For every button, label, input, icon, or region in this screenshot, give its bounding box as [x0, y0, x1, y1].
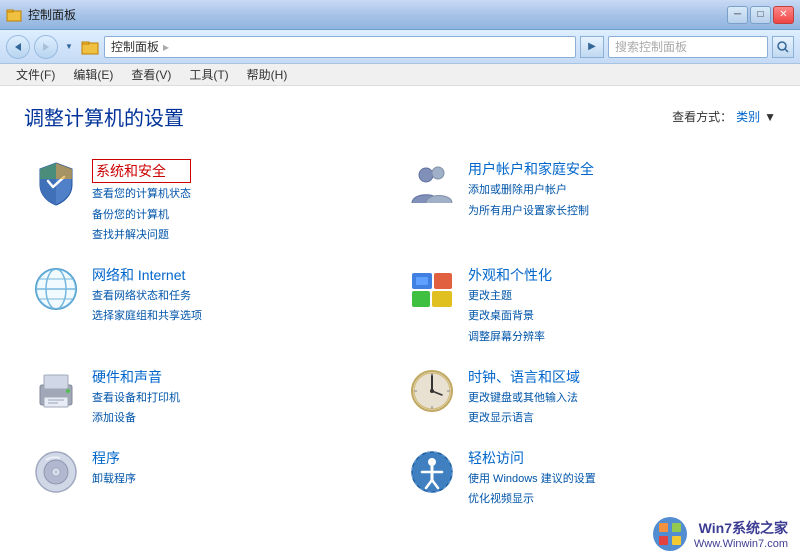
menu-view[interactable]: 查看(V)	[123, 64, 179, 85]
search-button[interactable]	[772, 36, 794, 58]
back-button[interactable]	[6, 35, 30, 59]
user-accounts-text: 用户帐户和家庭安全 添加或删除用户帐户 为所有用户设置家长控制	[468, 159, 594, 220]
main-wrapper: 调整计算机的设置 查看方式： 类别 ▼	[0, 86, 800, 560]
clock-link-2[interactable]: 更改显示语言	[468, 410, 580, 428]
view-mode-link[interactable]: 类别	[736, 108, 760, 125]
watermark-brand: Win7系统之家	[694, 518, 788, 538]
windows-logo	[652, 516, 688, 552]
view-dropdown-icon[interactable]: ▼	[764, 110, 776, 124]
categories-grid: 系统和安全 查看您的计算机状态 备份您的计算机 查找并解决问题	[24, 149, 776, 519]
programs-text: 程序 卸载程序	[92, 448, 136, 489]
menu-tools[interactable]: 工具(T)	[181, 64, 236, 85]
main-content: 调整计算机的设置 查看方式： 类别 ▼	[0, 86, 800, 560]
user-accounts-link-1[interactable]: 添加或删除用户帐户	[468, 182, 594, 200]
network-icon	[32, 265, 80, 313]
appearance-title[interactable]: 外观和个性化	[468, 265, 552, 285]
hardware-title[interactable]: 硬件和声音	[92, 367, 180, 387]
appearance-link-2[interactable]: 更改桌面背景	[468, 308, 552, 326]
watermark: Win7系统之家 Www.Winwin7.com	[652, 516, 788, 552]
ease-of-access-icon	[408, 448, 456, 496]
menu-bar: 文件(F) 编辑(E) 查看(V) 工具(T) 帮助(H)	[0, 64, 800, 86]
view-options: 查看方式： 类别 ▼	[672, 108, 776, 125]
hardware-text: 硬件和声音 查看设备和打印机 添加设备	[92, 367, 180, 428]
watermark-logo: Win7系统之家 Www.Winwin7.com	[652, 516, 788, 552]
clock-text: 时钟、语言和区域 更改键盘或其他输入法 更改显示语言	[468, 367, 580, 428]
search-input[interactable]: 搜索控制面板	[608, 36, 768, 58]
appearance-link-1[interactable]: 更改主题	[468, 288, 552, 306]
search-icon	[777, 41, 789, 53]
network-link-1[interactable]: 查看网络状态和任务	[92, 288, 202, 306]
user-accounts-link-2[interactable]: 为所有用户设置家长控制	[468, 203, 594, 221]
appearance-icon	[408, 265, 456, 313]
nav-dropdown-button[interactable]: ▼	[62, 35, 76, 59]
network-text: 网络和 Internet 查看网络状态和任务 选择家庭组和共享选项	[92, 265, 202, 326]
clock-title[interactable]: 时钟、语言和区域	[468, 367, 580, 387]
network-title[interactable]: 网络和 Internet	[92, 265, 202, 285]
close-button[interactable]: ✕	[773, 6, 794, 24]
ease-of-access-title[interactable]: 轻松访问	[468, 448, 596, 468]
user-accounts-title[interactable]: 用户帐户和家庭安全	[468, 159, 594, 179]
page-header: 调整计算机的设置 查看方式： 类别 ▼	[24, 102, 776, 131]
programs-link-1[interactable]: 卸载程序	[92, 471, 136, 489]
ease-of-access-link-1[interactable]: 使用 Windows 建议的设置	[468, 471, 596, 489]
programs-title[interactable]: 程序	[92, 448, 136, 468]
address-input[interactable]: 控制面板 ▸	[104, 36, 576, 58]
system-security-link-2[interactable]: 备份您的计算机	[92, 207, 191, 225]
hardware-link-1[interactable]: 查看设备和打印机	[92, 390, 180, 408]
category-network[interactable]: 网络和 Internet 查看网络状态和任务 选择家庭组和共享选项	[24, 255, 400, 357]
system-security-title[interactable]: 系统和安全	[92, 159, 191, 183]
maximize-button[interactable]: □	[750, 6, 771, 24]
menu-help[interactable]: 帮助(H)	[239, 64, 296, 85]
forward-button[interactable]	[34, 35, 58, 59]
category-user-accounts[interactable]: 用户帐户和家庭安全 添加或删除用户帐户 为所有用户设置家长控制	[400, 149, 776, 255]
address-folder-icon	[80, 37, 100, 57]
appearance-text: 外观和个性化 更改主题 更改桌面背景 调整屏幕分辨率	[468, 265, 552, 347]
title-bar-text: 控制面板	[28, 6, 76, 23]
title-bar-left: 控制面板	[6, 6, 76, 23]
network-link-2[interactable]: 选择家庭组和共享选项	[92, 308, 202, 326]
category-programs[interactable]: 程序 卸载程序	[24, 438, 400, 519]
hardware-icon	[32, 367, 80, 415]
system-security-link-3[interactable]: 查找并解决问题	[92, 227, 191, 245]
user-accounts-icon	[408, 159, 456, 207]
category-system-security[interactable]: 系统和安全 查看您的计算机状态 备份您的计算机 查找并解决问题	[24, 149, 400, 255]
ease-of-access-link-2[interactable]: 优化视频显示	[468, 491, 596, 509]
menu-edit[interactable]: 编辑(E)	[65, 64, 121, 85]
category-hardware[interactable]: 硬件和声音 查看设备和打印机 添加设备	[24, 357, 400, 438]
clock-link-1[interactable]: 更改键盘或其他输入法	[468, 390, 580, 408]
hardware-link-2[interactable]: 添加设备	[92, 410, 180, 428]
minimize-button[interactable]: ─	[727, 6, 748, 24]
menu-file[interactable]: 文件(F)	[8, 64, 63, 85]
ease-of-access-text: 轻松访问 使用 Windows 建议的设置 优化视频显示	[468, 448, 596, 509]
category-appearance[interactable]: 外观和个性化 更改主题 更改桌面背景 调整屏幕分辨率	[400, 255, 776, 357]
address-go-button[interactable]: ▶	[580, 36, 604, 58]
page-title: 调整计算机的设置	[24, 102, 184, 131]
title-bar-controls: ─ □ ✕	[727, 6, 794, 24]
appearance-link-3[interactable]: 调整屏幕分辨率	[468, 329, 552, 347]
category-clock[interactable]: 时钟、语言和区域 更改键盘或其他输入法 更改显示语言	[400, 357, 776, 438]
system-security-text: 系统和安全 查看您的计算机状态 备份您的计算机 查找并解决问题	[92, 159, 191, 245]
address-separator: ▸	[163, 40, 169, 54]
system-security-icon	[32, 159, 80, 207]
system-security-link-1[interactable]: 查看您的计算机状态	[92, 186, 191, 204]
title-bar: 控制面板 ─ □ ✕	[0, 0, 800, 30]
address-bar: ▼ 控制面板 ▸ ▶ 搜索控制面板	[0, 30, 800, 64]
clock-icon	[408, 367, 456, 415]
programs-icon	[32, 448, 80, 496]
titlebar-icon	[6, 7, 22, 23]
watermark-url: Www.Winwin7.com	[694, 538, 788, 550]
category-ease-of-access[interactable]: 轻松访问 使用 Windows 建议的设置 优化视频显示	[400, 438, 776, 519]
